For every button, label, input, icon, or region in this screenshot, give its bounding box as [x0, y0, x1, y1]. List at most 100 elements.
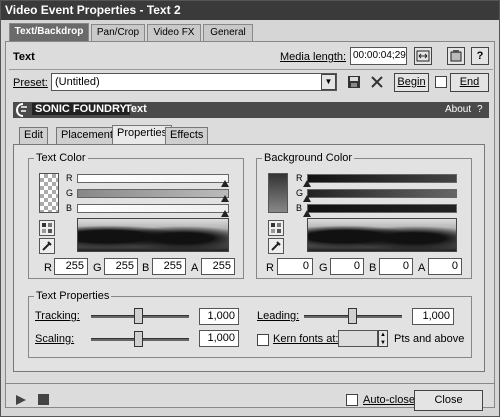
leading-label: Leading:: [257, 310, 300, 322]
stop-icon[interactable]: [38, 394, 49, 408]
bg-channel-b-label: B: [296, 203, 303, 213]
media-length-field[interactable]: 00:00:04;29: [350, 47, 407, 65]
bg-channel-r-label: R: [296, 173, 303, 183]
close-button[interactable]: Close: [414, 390, 483, 411]
background-color-swatch: [268, 173, 288, 213]
leading-slider-thumb[interactable]: [348, 308, 357, 324]
text-color-picker-field[interactable]: [77, 218, 229, 252]
window-title: Video Event Properties - Text 2: [1, 1, 499, 20]
properties-button[interactable]: [447, 47, 465, 65]
tab-effects[interactable]: Effects: [165, 127, 209, 144]
properties-icon: [450, 50, 462, 62]
text-color-swatch: [39, 173, 59, 213]
bg-blue-channel-bar[interactable]: [307, 204, 457, 213]
chevron-down-icon[interactable]: ▼: [321, 74, 336, 90]
bg-a-field[interactable]: 0: [428, 258, 462, 275]
channel-b-label: B: [66, 203, 73, 213]
bg-green-channel-marker[interactable]: [303, 195, 311, 202]
kern-fonts-label: Kern fonts at:: [273, 333, 339, 345]
bg-green-channel-bar[interactable]: [307, 189, 457, 198]
plugin-name: Text: [125, 103, 147, 115]
bg-b-field[interactable]: 0: [379, 258, 413, 275]
preset-label: Preset:: [13, 77, 48, 89]
bg-r-value-label: R: [266, 262, 274, 274]
scaling-slider-thumb[interactable]: [134, 331, 143, 347]
bg-red-channel-marker[interactable]: [303, 180, 311, 187]
tracking-field[interactable]: 1,000: [199, 308, 239, 325]
background-color-title: Background Color: [262, 152, 355, 164]
pts-label: Pts and above: [394, 333, 465, 345]
bg-color-palette-icon[interactable]: [268, 220, 284, 236]
footer-divider: [5, 383, 495, 384]
channel-g-label: G: [66, 188, 74, 198]
help-icon[interactable]: ?: [477, 104, 483, 115]
text-g-field[interactable]: 255: [104, 258, 138, 275]
scaling-label: Scaling:: [35, 333, 75, 345]
kern-fonts-field[interactable]: [338, 330, 378, 347]
sonic-foundry-logo-icon: [15, 103, 30, 120]
auto-close-label: Auto-close: [363, 394, 415, 406]
brand-label: SONIC FOUNDRY: [32, 103, 130, 115]
end-button[interactable]: End: [450, 73, 489, 92]
b-value-label: B: [142, 262, 150, 274]
kern-fonts-checkbox[interactable]: [257, 334, 269, 346]
eyedropper-icon[interactable]: [39, 238, 55, 254]
divider: [9, 69, 493, 70]
about-link[interactable]: About: [445, 104, 471, 115]
color-palette-icon[interactable]: [39, 220, 55, 236]
kern-spinner[interactable]: ▲ ▼: [378, 330, 388, 347]
help-button[interactable]: ?: [471, 47, 489, 65]
normalize-length-button[interactable]: [414, 47, 432, 65]
scaling-field[interactable]: 1,000: [199, 330, 239, 347]
text-a-field[interactable]: 255: [201, 258, 235, 275]
blue-channel-marker[interactable]: [221, 210, 229, 217]
green-channel-marker[interactable]: [221, 195, 229, 202]
auto-close-checkbox[interactable]: [346, 394, 358, 406]
bg-r-field[interactable]: 0: [277, 258, 313, 275]
bg-red-channel-bar[interactable]: [307, 174, 457, 183]
bg-g-field[interactable]: 0: [330, 258, 364, 275]
arrows-icon: [416, 50, 430, 62]
tab-pan-crop[interactable]: Pan/Crop: [91, 24, 145, 42]
play-icon[interactable]: [15, 394, 27, 409]
plugin-banner: SONIC FOUNDRY Text About ?: [13, 102, 489, 118]
blue-channel-bar[interactable]: [77, 204, 229, 213]
g-value-label: G: [93, 262, 102, 274]
begin-button[interactable]: Begin: [394, 73, 429, 92]
r-value-label: R: [44, 262, 52, 274]
text-b-field[interactable]: 255: [152, 258, 186, 275]
video-event-properties-window: Video Event Properties - Text 2 Text/Bac…: [0, 0, 500, 417]
tracking-label: Tracking:: [35, 310, 80, 322]
tab-general[interactable]: General: [203, 24, 253, 42]
a-value-label: A: [191, 262, 199, 274]
tab-properties[interactable]: Properties: [112, 125, 173, 145]
text-properties-group: [28, 296, 472, 358]
background-color-picker-field[interactable]: [307, 218, 457, 252]
channel-r-label: R: [66, 173, 73, 183]
tab-text-backdrop[interactable]: Text/Backdrop: [9, 23, 89, 42]
help-icon: ?: [476, 50, 484, 62]
section-label: Text: [13, 51, 35, 63]
red-channel-marker[interactable]: [221, 180, 229, 187]
text-properties-title: Text Properties: [34, 290, 112, 302]
bg-b-value-label: B: [369, 262, 377, 274]
end-keyframe-checkbox[interactable]: [435, 76, 447, 88]
delete-preset-icon[interactable]: [370, 75, 384, 92]
save-preset-icon[interactable]: [347, 75, 361, 92]
text-color-title: Text Color: [34, 152, 88, 164]
bg-blue-channel-marker[interactable]: [303, 210, 311, 217]
red-channel-bar[interactable]: [77, 174, 229, 183]
bg-channel-g-label: G: [296, 188, 304, 198]
leading-field[interactable]: 1,000: [412, 308, 454, 325]
media-length-label: Media length:: [280, 51, 347, 63]
bg-g-value-label: G: [319, 262, 328, 274]
tab-placement[interactable]: Placement: [56, 127, 118, 144]
bg-eyedropper-icon[interactable]: [268, 238, 284, 254]
green-channel-bar[interactable]: [77, 189, 229, 198]
tab-edit[interactable]: Edit: [19, 127, 48, 144]
text-r-field[interactable]: 255: [54, 258, 88, 275]
bg-a-value-label: A: [418, 262, 426, 274]
tab-video-fx[interactable]: Video FX: [147, 24, 201, 42]
tracking-slider-thumb[interactable]: [134, 308, 143, 324]
preset-dropdown[interactable]: (Untitled): [51, 73, 337, 91]
